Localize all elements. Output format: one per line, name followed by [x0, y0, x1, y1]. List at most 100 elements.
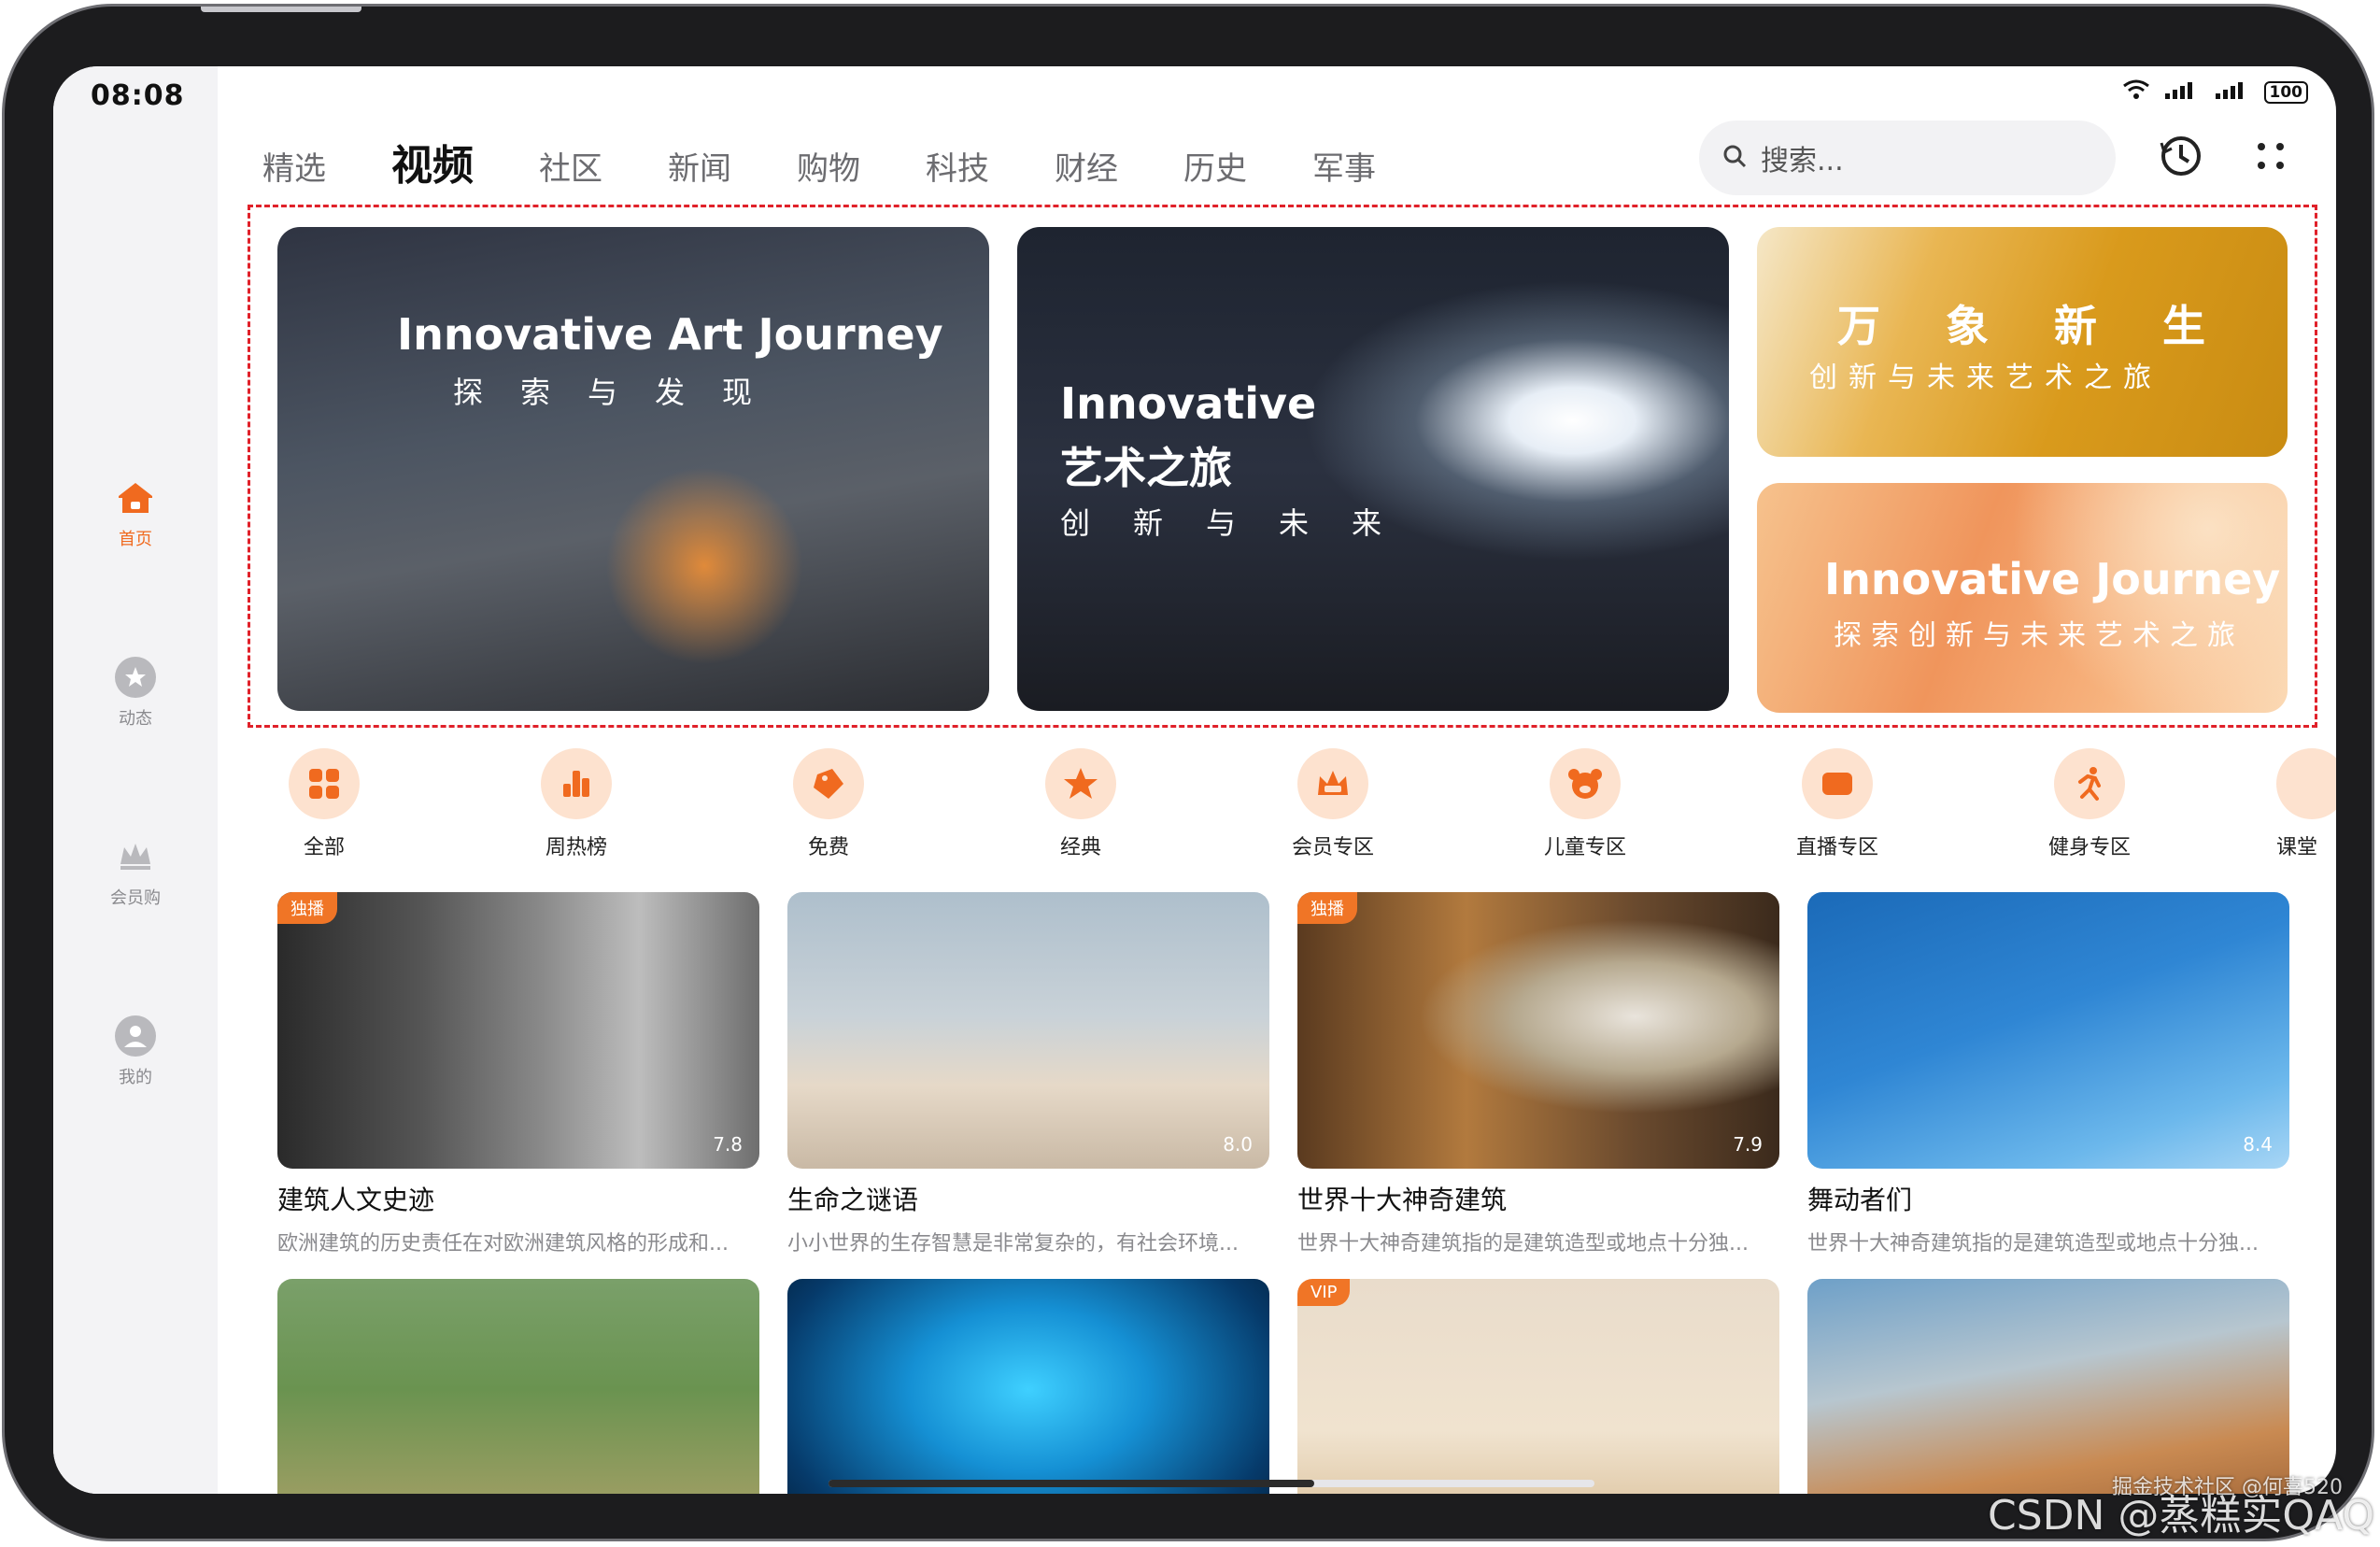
tab-news[interactable]: 新闻	[668, 143, 731, 189]
sidebar-item-label: 我的	[119, 1068, 152, 1087]
device-top-button	[201, 7, 361, 12]
video-thumbnail[interactable]: 独播 7.9	[1297, 892, 1779, 1169]
history-clock-icon[interactable]	[2155, 130, 2207, 182]
star-icon	[115, 657, 156, 698]
banner-subtitle: 创新与未来艺术之旅	[1809, 362, 2162, 394]
crown-icon	[115, 836, 156, 877]
more-grid-icon[interactable]	[2245, 130, 2297, 182]
video-camera-icon	[1802, 748, 1873, 819]
video-description: 世界十大神奇建筑指的是建筑造型或地点十分独...	[1807, 1232, 2259, 1256]
video-card[interactable]	[787, 1279, 1269, 1494]
tab-featured[interactable]: 精选	[262, 143, 326, 189]
grid-icon	[289, 748, 360, 819]
video-title: 世界十大神奇建筑	[1297, 1185, 1508, 1215]
video-description: 世界十大神奇建筑指的是建筑造型或地点十分独...	[1297, 1232, 1749, 1256]
sidebar-item-label: 动态	[119, 709, 152, 729]
tab-shopping[interactable]: 购物	[797, 143, 860, 189]
score-badge: 8.0	[1223, 1133, 1253, 1156]
video-title: 生命之谜语	[787, 1185, 919, 1215]
banner-card-3[interactable]: 万象新生 创新与未来艺术之旅	[1757, 227, 2288, 457]
video-card[interactable]	[1807, 1279, 2289, 1494]
video-card[interactable]: 8.0 生命之谜语 小小世界的生存智慧是非常复杂的，有社会环境...	[787, 892, 1269, 1256]
class-icon	[2276, 748, 2336, 819]
tab-community[interactable]: 社区	[539, 143, 602, 189]
category-label: 直播专区	[1795, 836, 1878, 859]
video-thumbnail[interactable]: 独播 7.8	[277, 892, 759, 1169]
exclusive-badge: 独播	[1297, 892, 1357, 924]
category-live[interactable]: 直播专区	[1772, 748, 1903, 860]
video-description: 欧洲建筑的历史责任在对欧洲建筑风格的形成和...	[277, 1232, 729, 1256]
category-label: 免费	[807, 836, 849, 859]
category-label: 周热榜	[545, 836, 607, 859]
search-icon	[1721, 143, 1748, 173]
banner-subtitle: 创新与未来	[1060, 505, 1425, 541]
person-icon	[115, 1015, 156, 1057]
tab-finance[interactable]: 财经	[1055, 143, 1118, 189]
star-icon	[1045, 748, 1116, 819]
video-card[interactable]: 独播 7.8 建筑人文史迹 欧洲建筑的历史责任在对欧洲建筑风格的形成和...	[277, 892, 759, 1256]
sidebar-item-vip-shop[interactable]: 会员购	[53, 836, 218, 909]
video-thumbnail[interactable]	[277, 1279, 759, 1494]
banner-card-2[interactable]: Innovative 艺术之旅 创新与未来	[1017, 227, 1729, 711]
banner-title-line2: 艺术之旅	[1060, 443, 1232, 493]
category-free[interactable]: 免费	[763, 748, 894, 860]
vip-crown-icon	[1297, 748, 1368, 819]
banner-title: Innovative	[1060, 378, 1317, 429]
sidebar-item-me[interactable]: 我的	[53, 1015, 218, 1088]
category-label: 全部	[303, 836, 345, 859]
score-badge: 8.4	[2243, 1133, 2273, 1156]
video-thumbnail[interactable]: VIP	[1297, 1279, 1779, 1494]
category-class[interactable]: 课堂	[2276, 748, 2336, 860]
tab-tech[interactable]: 科技	[926, 143, 989, 189]
signal-icon	[2163, 80, 2201, 104]
category-fitness[interactable]: 健身专区	[2024, 748, 2155, 860]
status-time: 08:08	[91, 79, 185, 112]
video-title: 建筑人文史迹	[277, 1185, 435, 1215]
home-indicator-bar	[829, 1480, 1314, 1487]
video-thumbnail[interactable]	[1807, 1279, 2289, 1494]
tablet-frame: 08:08 首页 动态 会员购 我的 100 精选 视频 社区 新闻 购物 科技…	[2, 4, 2374, 1541]
banner-subtitle: 探索创新与未来艺术之旅	[1834, 619, 2245, 652]
home-icon	[115, 477, 156, 518]
tab-video[interactable]: 视频	[391, 132, 474, 192]
category-weekly-hot[interactable]: 周热榜	[511, 748, 642, 860]
category-all[interactable]: 全部	[259, 748, 390, 860]
bar-chart-icon	[541, 748, 612, 819]
banner-title: 万象新生	[1837, 301, 2271, 351]
video-thumbnail[interactable]	[787, 1279, 1269, 1494]
wifi-icon	[2122, 79, 2150, 105]
sidebar: 08:08 首页 动态 会员购 我的	[53, 66, 218, 1494]
sidebar-item-label: 会员购	[110, 888, 161, 908]
banner-card-1[interactable]: Innovative Art Journey 探索与发现	[277, 227, 989, 711]
banner-card-4[interactable]: Innovative Journey 探索创新与未来艺术之旅	[1757, 483, 2288, 713]
top-tabs: 精选 视频 社区 新闻 购物 科技 财经 历史 军事	[262, 132, 1441, 192]
category-label: 儿童专区	[1543, 836, 1626, 859]
category-kids[interactable]: 儿童专区	[1520, 748, 1650, 860]
running-icon	[2054, 748, 2125, 819]
video-card[interactable]: 8.4 舞动者们 世界十大神奇建筑指的是建筑造型或地点十分独...	[1807, 892, 2289, 1256]
sidebar-item-label: 首页	[119, 530, 152, 549]
sidebar-item-home[interactable]: 首页	[53, 477, 218, 550]
tab-military[interactable]: 军事	[1312, 143, 1376, 189]
video-card[interactable]: VIP	[1297, 1279, 1779, 1494]
category-label: 健身专区	[2047, 836, 2131, 859]
bear-icon	[1550, 748, 1621, 819]
video-card[interactable]	[277, 1279, 759, 1494]
search-input[interactable]: 搜索...	[1699, 121, 2116, 195]
video-card[interactable]: 独播 7.9 世界十大神奇建筑 世界十大神奇建筑指的是建筑造型或地点十分独...	[1297, 892, 1779, 1256]
sidebar-item-moments[interactable]: 动态	[53, 657, 218, 730]
category-label: 课堂	[2276, 836, 2318, 859]
video-thumbnail[interactable]: 8.0	[787, 892, 1269, 1169]
score-badge: 7.9	[1733, 1133, 1763, 1156]
video-thumbnail[interactable]: 8.4	[1807, 892, 2289, 1169]
score-badge: 7.8	[713, 1133, 743, 1156]
status-bar: 100	[2122, 79, 2308, 105]
screen: 08:08 首页 动态 会员购 我的 100 精选 视频 社区 新闻 购物 科技…	[53, 66, 2336, 1494]
banner-title: Innovative Art Journey	[397, 309, 943, 360]
battery-indicator: 100	[2263, 80, 2308, 104]
vip-badge: VIP	[1297, 1279, 1351, 1306]
category-classic[interactable]: 经典	[1015, 748, 1146, 860]
exclusive-badge: 独播	[277, 892, 337, 924]
category-vip[interactable]: 会员专区	[1268, 748, 1398, 860]
tab-history[interactable]: 历史	[1183, 143, 1247, 189]
